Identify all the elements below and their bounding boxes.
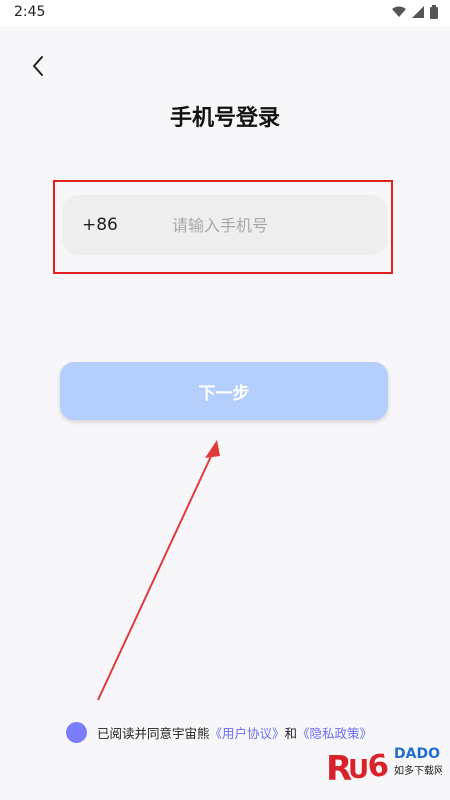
next-button[interactable]: 下一步	[60, 362, 388, 420]
status-bar: 2:45	[0, 0, 450, 26]
agree-checkbox[interactable]	[66, 722, 87, 743]
watermark-logo: R U 6 DADO 如多下载网	[326, 746, 442, 789]
user-agreement-link[interactable]: 《用户协议》	[210, 723, 285, 742]
svg-text:DADO: DADO	[394, 746, 440, 762]
chevron-left-icon	[33, 56, 43, 76]
back-button[interactable]	[24, 52, 52, 80]
svg-text:如多下载网: 如多下载网	[394, 764, 442, 777]
wifi-icon	[392, 6, 406, 17]
battery-icon	[430, 5, 438, 19]
country-code[interactable]: +86	[82, 195, 118, 255]
phone-field[interactable]: +86	[62, 195, 388, 255]
status-time: 2:45	[14, 4, 46, 20]
signal-icon	[412, 6, 424, 18]
phone-input[interactable]	[172, 195, 362, 255]
agreement-text: 已阅读并同意宇宙熊	[97, 726, 210, 741]
page-title: 手机号登录	[169, 106, 280, 131]
agreement-and: 和	[284, 726, 298, 741]
status-icons	[392, 5, 438, 19]
svg-text:6: 6	[365, 748, 391, 786]
